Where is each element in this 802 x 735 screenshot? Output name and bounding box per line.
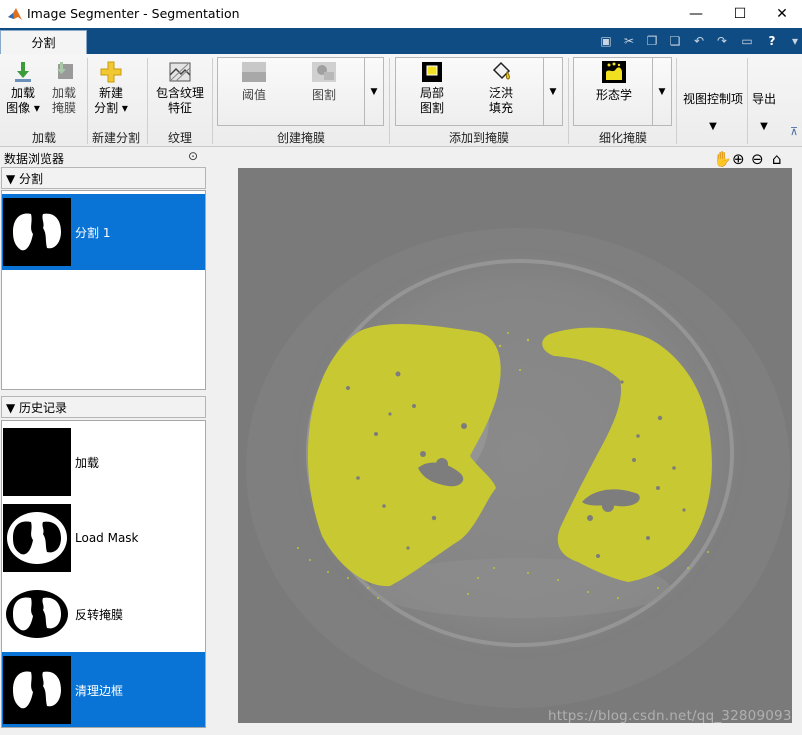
chevron-down-icon: ▼: [709, 121, 717, 132]
tab-segmentation[interactable]: 分割: [0, 30, 87, 54]
history-thumbnail: [3, 504, 71, 572]
collapse-icon: ⊼: [789, 125, 799, 138]
segmentation-section-header[interactable]: ▼ 分割: [1, 167, 206, 189]
data-browser: 数据浏览器 ⊙ ▼ 分割 分割 1 ▼ 历史记录 加载 Load Mask 反转…: [0, 148, 208, 735]
local-graph-cut-icon: [422, 62, 442, 82]
data-browser-title: 数据浏览器: [4, 152, 65, 166]
new-segmentation-button[interactable]: 新建 分割 ▾: [93, 60, 129, 116]
graph-cut-button[interactable]: 图割: [310, 60, 338, 103]
graph-cut-icon: [312, 62, 336, 82]
history-item[interactable]: 清理边框: [2, 652, 205, 727]
separator: [568, 58, 569, 144]
copy-icon[interactable]: ❐: [643, 32, 661, 50]
window-title: Image Segmenter - Segmentation: [27, 6, 240, 21]
help-icon[interactable]: ?: [763, 32, 781, 50]
chevron-down-icon: ▼: [760, 121, 768, 132]
separator: [212, 58, 213, 144]
chevron-down-icon: ▼: [370, 86, 378, 97]
maximize-icon: ☐: [733, 6, 747, 22]
history-item[interactable]: 反转掩膜: [2, 576, 205, 652]
history-list: 加载 Load Mask 反转掩膜 清理边框: [1, 420, 206, 728]
image-canvas[interactable]: [238, 168, 792, 723]
load-image-icon: [15, 62, 31, 82]
title-bar: Image Segmenter - Segmentation — ☐ ✕: [0, 0, 802, 28]
separator: [389, 58, 390, 144]
layout-icon[interactable]: ▭: [738, 32, 756, 50]
separator: [747, 58, 748, 144]
load-image-button[interactable]: 加载 图像 ▾: [6, 60, 40, 116]
load-group-label: 加载: [31, 131, 56, 145]
flood-fill-button[interactable]: 泛洪 填充: [488, 60, 514, 116]
add-to-mask-gallery: [395, 57, 544, 126]
threshold-button[interactable]: 阈值: [240, 60, 268, 103]
add-to-mask-group-label: 添加到掩膜: [448, 131, 509, 145]
redo-icon[interactable]: ↷: [713, 32, 731, 50]
ct-scan-image: [238, 168, 792, 723]
minimize-icon: —: [689, 6, 703, 22]
local-graph-cut-button[interactable]: 局部 图割: [420, 60, 444, 116]
threshold-icon: [242, 62, 266, 82]
history-thumbnail: [3, 428, 71, 496]
add-to-mask-gallery-expand[interactable]: ▼: [544, 57, 563, 126]
texture-features-button[interactable]: 包含纹理 特征: [152, 60, 208, 116]
load-mask-button[interactable]: 加载 掩膜: [46, 60, 82, 116]
pan-icon[interactable]: ✋: [713, 150, 732, 168]
morphology-icon: [602, 61, 626, 83]
texture-icon: [169, 62, 191, 82]
close-button[interactable]: ✕: [762, 0, 802, 28]
texture-group-label: 纹理: [167, 131, 192, 145]
expand-icon[interactable]: ▾: [786, 32, 802, 50]
history-item[interactable]: 加载: [2, 424, 205, 500]
chevron-down-icon: ▼: [549, 86, 557, 97]
segmentation-thumbnail: [3, 198, 71, 266]
separator: [676, 58, 677, 144]
segmentation-list: 分割 1: [1, 190, 206, 390]
zoom-in-icon[interactable]: ⊕: [732, 150, 750, 168]
view-controls-button[interactable]: 视图控制项 ▼: [679, 92, 747, 134]
history-section-header[interactable]: ▼ 历史记录: [1, 396, 206, 418]
morphology-button[interactable]: 形态学: [596, 60, 632, 103]
history-item[interactable]: Load Mask: [2, 500, 205, 576]
maximize-button[interactable]: ☐: [720, 0, 760, 28]
watermark-text: https://blog.csdn.net/qq_32809093: [548, 708, 792, 724]
undo-icon[interactable]: ↶: [690, 32, 708, 50]
ribbon: 加载 图像 ▾ 加载 掩膜 新建 分割 ▾ 包含纹理 特征 ▼ 阈值 图割 创建…: [0, 54, 802, 147]
create-mask-group-label: 创建掩膜: [276, 131, 325, 145]
refine-mask-group-label: 细化掩膜: [598, 131, 647, 145]
create-mask-gallery-expand[interactable]: ▼: [365, 57, 384, 126]
browser-menu-icon[interactable]: ⊙: [188, 149, 198, 163]
chevron-down-icon: ▼: [658, 86, 666, 97]
segmentation-item-1[interactable]: 分割 1: [2, 194, 205, 270]
load-mask-icon: [57, 62, 73, 79]
matlab-logo-icon: [8, 8, 22, 20]
paste-icon[interactable]: ❏: [666, 32, 684, 50]
export-button[interactable]: 导出 ▼: [749, 92, 779, 134]
history-thumbnail: [3, 656, 71, 724]
home-icon[interactable]: ⌂: [772, 150, 790, 168]
minimize-button[interactable]: —: [676, 0, 716, 28]
close-icon: ✕: [776, 6, 788, 22]
zoom-out-icon[interactable]: ⊖: [751, 150, 769, 168]
paint-bucket-icon: [492, 61, 511, 80]
image-segmenter-app: Image Segmenter - Segmentation — ☐ ✕ 分割 …: [0, 0, 802, 735]
new-segmentation-group-label: 新建分割: [91, 131, 140, 145]
collapse-ribbon-button[interactable]: ⊼: [787, 124, 801, 139]
history-thumbnail: [3, 580, 71, 648]
save-icon[interactable]: ▣: [597, 32, 615, 50]
plus-icon: [100, 61, 122, 83]
image-viewer: ✋ ⊕ ⊖ ⌂: [208, 148, 802, 735]
refine-mask-gallery-expand[interactable]: ▼: [653, 57, 672, 126]
cut-icon[interactable]: ✂: [620, 32, 638, 50]
